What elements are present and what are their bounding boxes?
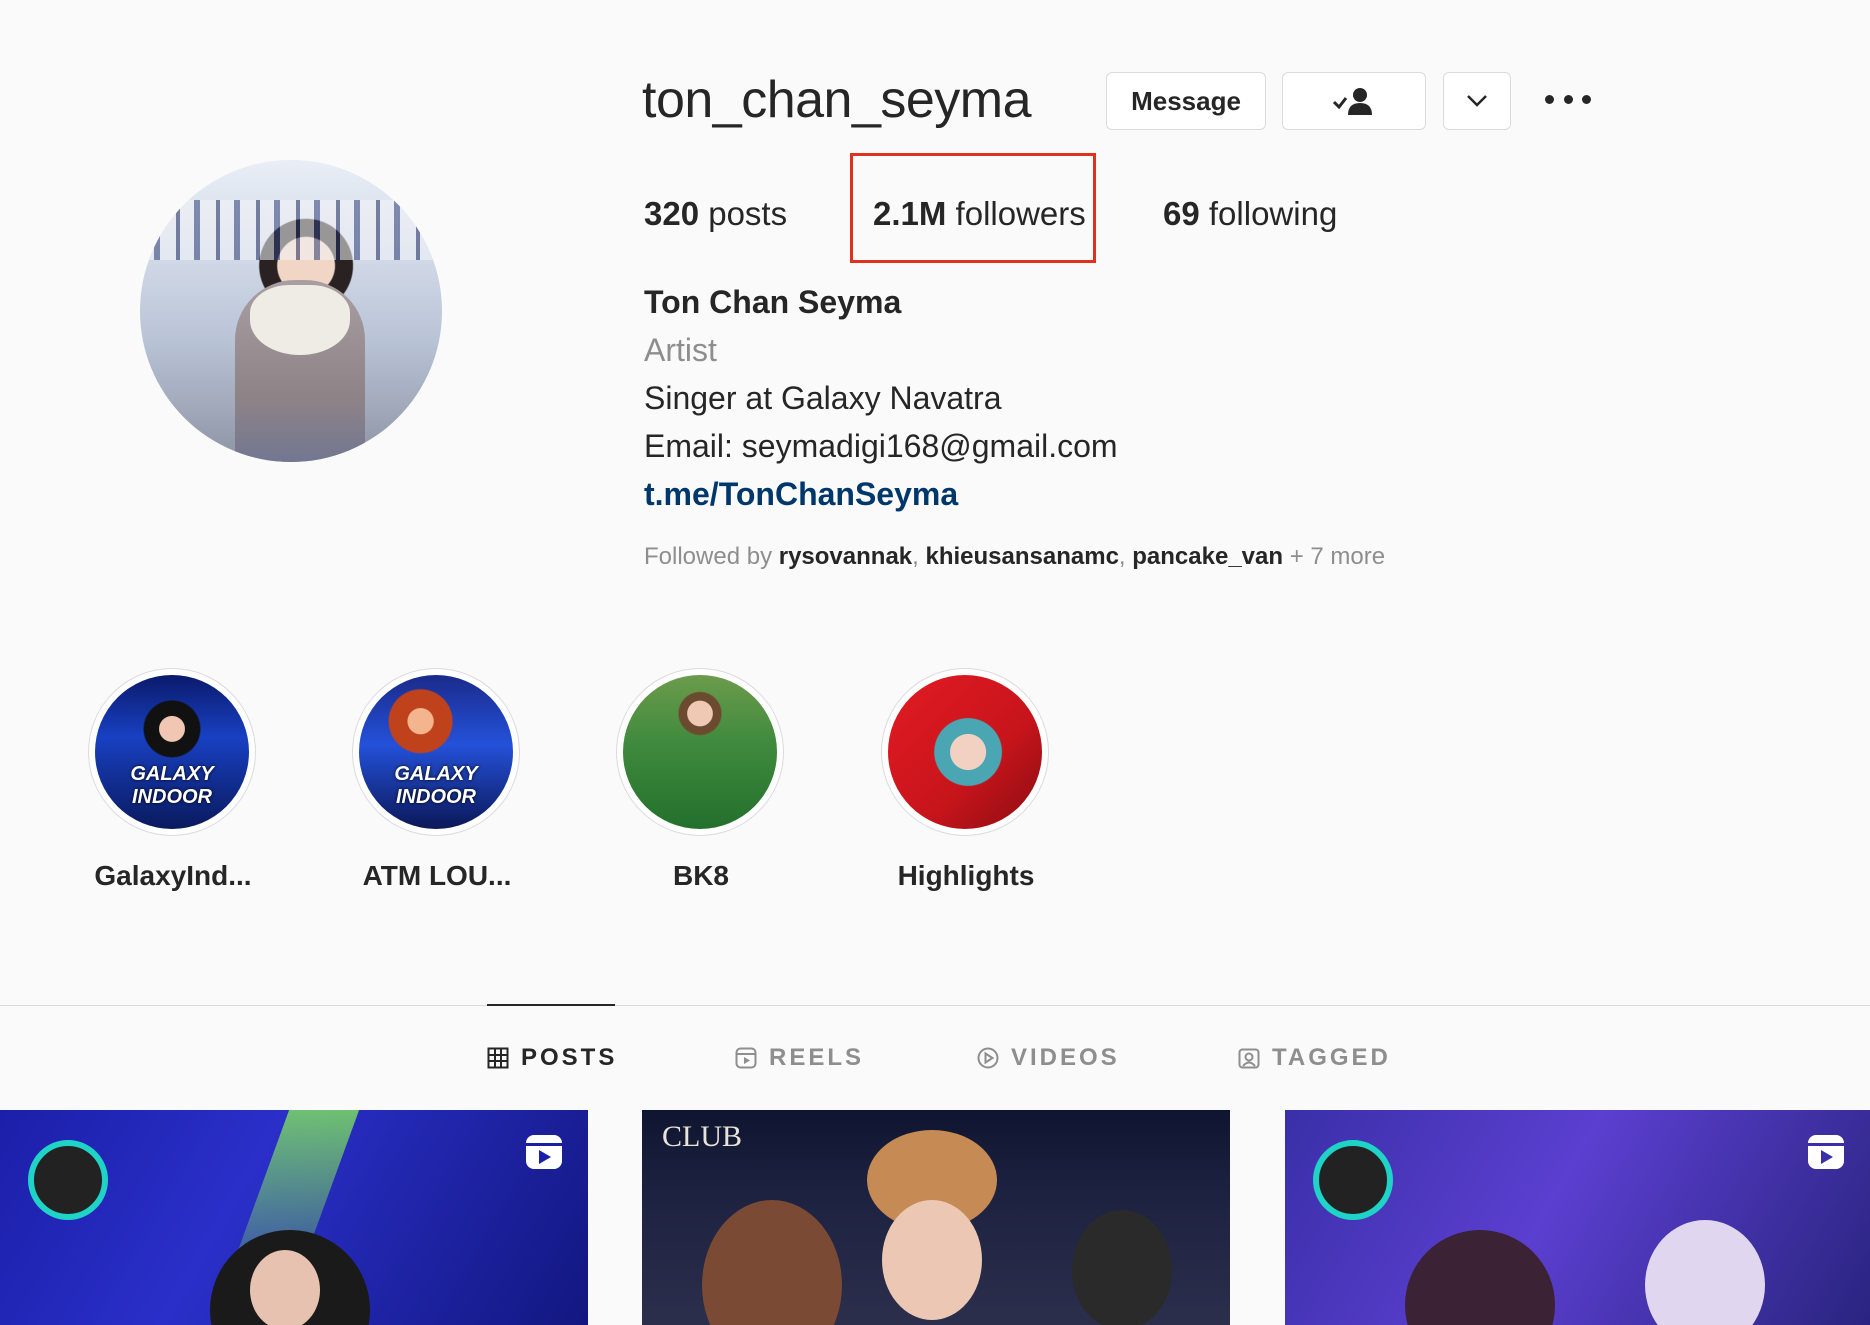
tagged-icon xyxy=(1238,1048,1260,1069)
bio-line: Singer at Galaxy Navatra xyxy=(644,380,1002,416)
highlight-cover xyxy=(888,675,1042,829)
bio-email: Email: seymadigi168@gmail.com xyxy=(644,428,1118,464)
highlight-cover: GALAXY INDOOR xyxy=(95,675,249,829)
reel-icon xyxy=(1808,1135,1844,1169)
user-check-icon xyxy=(1332,88,1372,115)
following-label: following xyxy=(1199,195,1338,232)
bio-link[interactable]: t.me/TonChanSeyma xyxy=(644,476,958,513)
posts-number: 320 xyxy=(644,195,700,232)
galaxy-logo xyxy=(1313,1140,1393,1220)
post-overlay-text: CLUB xyxy=(662,1120,743,1153)
highlight-label: GalaxyInd... xyxy=(94,860,252,891)
reel-icon xyxy=(526,1135,562,1169)
highlight-cover: GALAXY INDOOR xyxy=(359,675,513,829)
follower-user[interactable]: khieusansanamc xyxy=(925,543,1118,570)
tab-posts[interactable]: POSTS xyxy=(487,1044,617,1072)
post-thumbnail[interactable]: CLUB xyxy=(642,1110,1230,1325)
highlight-ring: GALAXY INDOOR xyxy=(352,668,520,836)
tab-reels[interactable]: REELS xyxy=(735,1044,864,1072)
reels-icon xyxy=(735,1047,757,1069)
highlight-cover xyxy=(623,675,777,829)
more-options-icon[interactable] xyxy=(1545,84,1591,114)
separator: , xyxy=(912,543,926,570)
posts-label: posts xyxy=(699,195,788,232)
post-thumbnail[interactable] xyxy=(0,1110,588,1325)
tab-tagged[interactable]: TAGGED xyxy=(1238,1044,1391,1072)
highlight-ring xyxy=(881,668,1049,836)
dot xyxy=(1582,94,1591,104)
posts-count: 320 posts xyxy=(644,195,787,233)
active-tab-indicator xyxy=(487,1004,615,1006)
grid-icon xyxy=(487,1047,509,1069)
tab-label: TAGGED xyxy=(1272,1044,1391,1071)
tab-label: REELS xyxy=(769,1044,865,1071)
highlight-ring xyxy=(616,668,784,836)
profile-full-name: Ton Chan Seyma xyxy=(644,284,902,320)
message-button[interactable]: Message xyxy=(1106,72,1266,130)
post-figure xyxy=(1072,1210,1172,1325)
dot xyxy=(1545,94,1554,104)
dot xyxy=(1563,94,1573,104)
highlight-cover-text: GALAXY INDOOR xyxy=(394,763,478,808)
followed-by-more: + 7 more xyxy=(1283,543,1386,570)
highlight-ring: GALAXY INDOOR xyxy=(88,668,256,836)
highlight-label: BK8 xyxy=(672,860,729,891)
separator: , xyxy=(1118,543,1133,570)
annotation-highlight-box xyxy=(850,153,1096,263)
following-number: 69 xyxy=(1163,195,1200,232)
avatar-background xyxy=(140,200,442,260)
highlight-item[interactable]: Highlights xyxy=(881,668,1051,892)
post-figure-face xyxy=(250,1250,320,1325)
post-figure xyxy=(1645,1220,1765,1325)
avatar-scarf xyxy=(250,285,350,355)
profile-avatar[interactable] xyxy=(140,160,442,462)
post-thumbnail[interactable] xyxy=(1285,1110,1870,1325)
post-figure xyxy=(1405,1230,1555,1325)
galaxy-logo xyxy=(28,1140,108,1220)
highlight-item[interactable]: BK8 xyxy=(616,668,786,892)
profile-category: Artist xyxy=(644,332,717,368)
follower-user[interactable]: rysovannak xyxy=(779,543,912,570)
followed-by[interactable]: Followed by rysovannak, khieusansanamc, … xyxy=(644,543,1385,571)
following-link[interactable]: 69 following xyxy=(1163,195,1337,233)
suggested-accounts-button[interactable] xyxy=(1443,72,1511,130)
highlight-label: Highlights xyxy=(897,860,1035,891)
tab-label: VIDEOS xyxy=(1011,1044,1120,1071)
highlight-label: ATM LOU... xyxy=(362,860,512,891)
highlight-item[interactable]: GALAXY INDOOR ATM LOU... xyxy=(352,668,522,892)
post-figure-face xyxy=(882,1200,982,1320)
tab-label: POSTS xyxy=(521,1044,618,1071)
tabs-divider xyxy=(0,1005,1870,1006)
followed-by-prefix: Followed by xyxy=(644,543,779,570)
highlight-item[interactable]: GALAXY INDOOR GalaxyInd... xyxy=(88,668,258,892)
follower-user[interactable]: pancake_van xyxy=(1132,543,1283,570)
tab-videos[interactable]: VIDEOS xyxy=(977,1044,1120,1072)
profile-username: ton_chan_seyma xyxy=(642,71,1032,129)
play-icon xyxy=(977,1047,999,1069)
chevron-down-icon xyxy=(1467,95,1487,107)
following-button[interactable] xyxy=(1282,72,1426,130)
highlight-cover-text: GALAXY INDOOR xyxy=(130,763,214,808)
post-figure xyxy=(702,1200,842,1325)
